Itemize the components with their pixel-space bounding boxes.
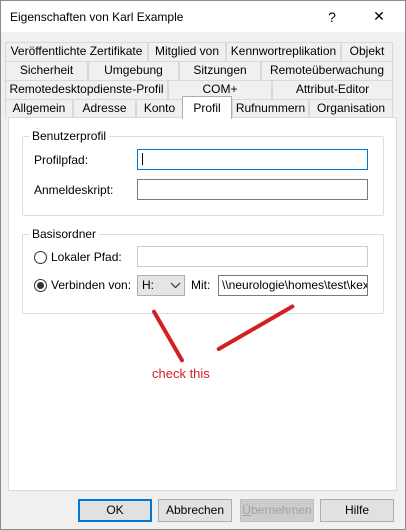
verbinden-von-label[interactable]: Verbinden von: — [51, 278, 131, 292]
tab-veroeffentlichte-zertifikate[interactable]: Veröffentlichte Zertifikate — [5, 42, 148, 61]
tab-sicherheit[interactable]: Sicherheit — [5, 61, 88, 80]
lokaler-pfad-radio[interactable] — [34, 251, 47, 264]
abbrechen-button[interactable]: Abbrechen — [158, 499, 232, 522]
verbinden-von-radio[interactable] — [34, 279, 47, 292]
ok-button[interactable]: OK — [78, 499, 152, 522]
uebernehmen-label-rest: bernehmen — [250, 503, 312, 517]
tab-umgebung[interactable]: Umgebung — [88, 61, 179, 80]
annotation-text: check this — [152, 366, 210, 381]
mit-path-input[interactable]: \\neurologie\homes\test\kexa — [218, 275, 368, 296]
uebernehmen-button[interactable]: Übernehmen — [240, 499, 314, 522]
tab-remoteueberwachung[interactable]: Remoteüberwachung — [261, 61, 393, 80]
anmeldeskript-label: Anmeldeskript: — [34, 183, 114, 197]
anmeldeskript-input[interactable] — [137, 179, 368, 200]
hilfe-button[interactable]: Hilfe — [320, 499, 394, 522]
tab-sitzungen[interactable]: Sitzungen — [179, 61, 261, 80]
properties-dialog: Eigenschaften von Karl Example ? ✕ Veröf… — [0, 0, 406, 530]
uebernehmen-accelerator: Ü — [242, 503, 251, 517]
lokaler-pfad-input[interactable] — [137, 246, 368, 267]
text-caret — [142, 153, 143, 165]
tab-remotedesktopdienste-profil[interactable]: Remotedesktopdienste-Profil — [5, 80, 168, 99]
close-x-icon: ✕ — [373, 8, 385, 24]
question-mark-icon: ? — [328, 8, 336, 25]
tab-allgemein[interactable]: Allgemein — [5, 99, 73, 118]
lokaler-pfad-label[interactable]: Lokaler Pfad: — [51, 250, 122, 264]
profilpfad-input[interactable] — [137, 149, 368, 170]
tab-rufnummern[interactable]: Rufnummern — [232, 99, 309, 118]
drive-letter-value: H: — [142, 278, 154, 292]
tab-profil[interactable]: Profil — [182, 96, 232, 119]
close-button[interactable]: ✕ — [356, 1, 402, 32]
tab-konto[interactable]: Konto — [136, 99, 183, 118]
tab-organisation[interactable]: Organisation — [309, 99, 393, 118]
basisordner-legend: Basisordner — [29, 227, 100, 241]
profilpfad-label: Profilpfad: — [34, 153, 89, 167]
drive-letter-select[interactable]: H: — [137, 275, 185, 296]
tab-adresse[interactable]: Adresse — [73, 99, 136, 118]
tab-attribut-editor[interactable]: Attribut-Editor — [272, 80, 393, 99]
mit-label: Mit: — [191, 278, 211, 292]
benutzerprofil-legend: Benutzerprofil — [29, 129, 110, 143]
chevron-down-icon — [170, 282, 181, 289]
tab-objekt[interactable]: Objekt — [341, 42, 393, 61]
title-bar: Eigenschaften von Karl Example ? ✕ — [1, 1, 405, 32]
profil-tab-panel: Benutzerprofil Profilpfad: Anmeldeskript… — [8, 117, 397, 491]
help-button[interactable]: ? — [309, 1, 355, 32]
tab-mitglied-von[interactable]: Mitglied von — [148, 42, 226, 61]
benutzerprofil-group: Benutzerprofil Profilpfad: Anmeldeskript… — [22, 129, 384, 216]
window-title: Eigenschaften von Karl Example — [10, 10, 184, 24]
tab-kennwortreplikation[interactable]: Kennwortreplikation — [226, 42, 341, 61]
basisordner-group: Basisordner Lokaler Pfad: Verbinden von:… — [22, 227, 384, 314]
